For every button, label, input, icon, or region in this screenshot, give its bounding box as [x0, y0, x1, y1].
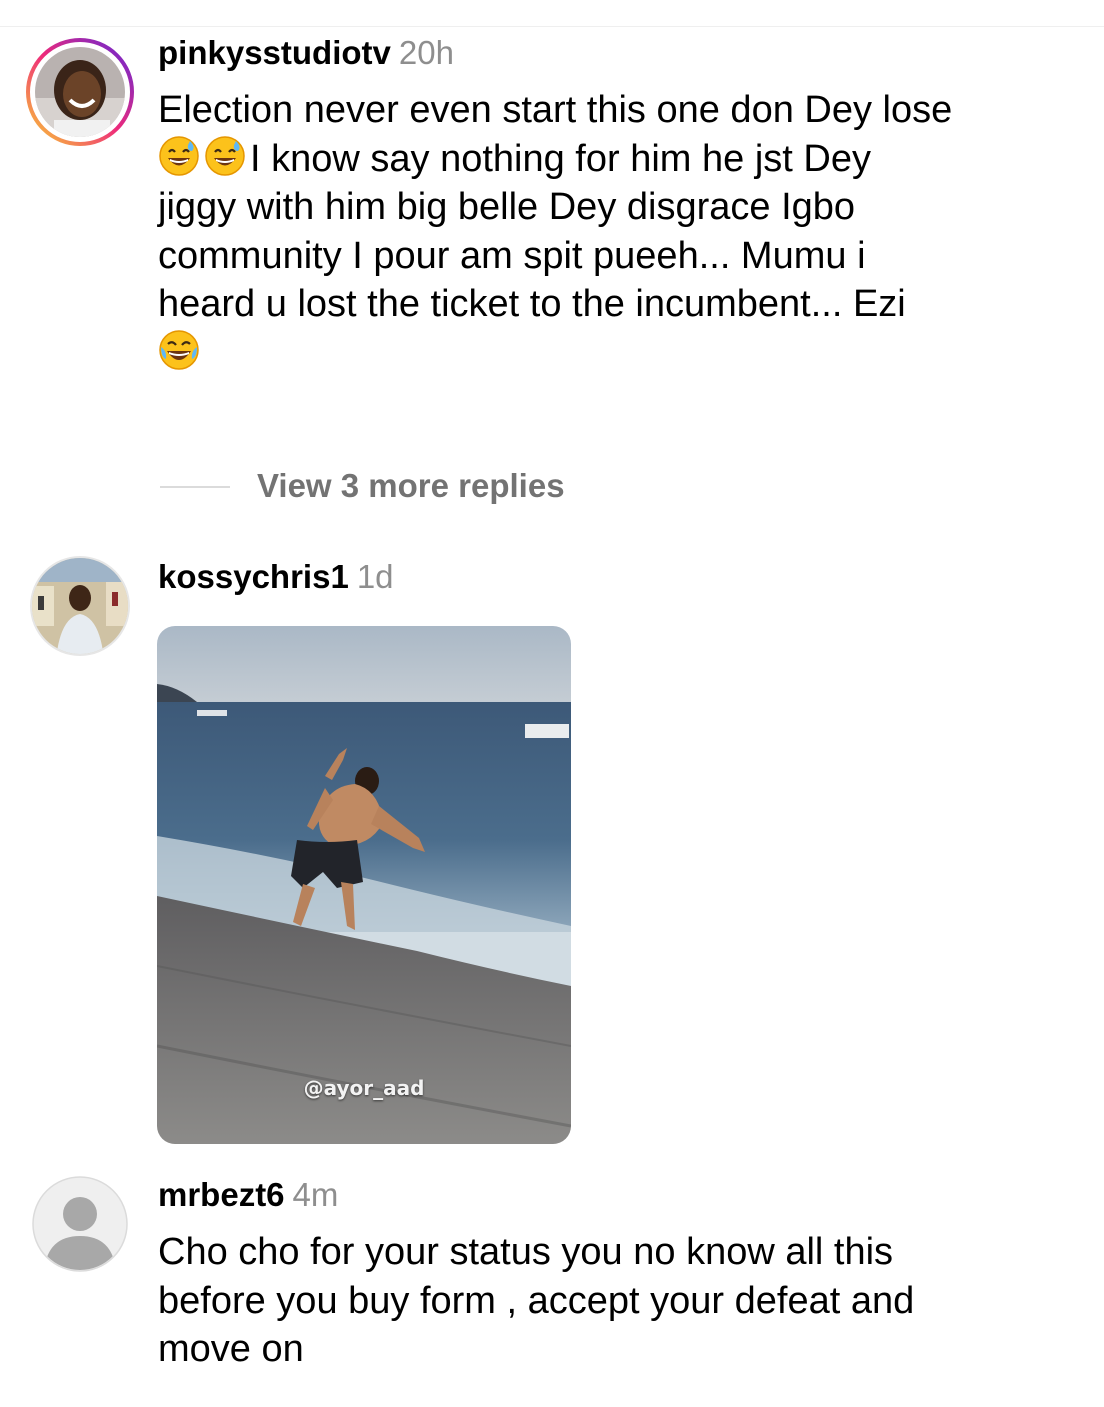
comment-line: community I pour am spit pueeh... Mumu i [158, 234, 866, 277]
replies-divider [160, 486, 230, 488]
comment-text: Election never even start this one don D… [158, 86, 1078, 377]
avatar[interactable] [26, 38, 134, 146]
comment-line: Election never even start this one don D… [158, 89, 953, 131]
sweat-smile-icon [204, 135, 246, 177]
joy-icon [158, 329, 200, 371]
comment-line [158, 329, 1078, 378]
comment-timestamp: 1d [356, 558, 394, 595]
comment-timestamp: 4m [292, 1176, 339, 1213]
comment-line-text: I know say nothing for him he jst Dey [250, 137, 871, 180]
gif-attachment[interactable]: @ayor_aad [157, 626, 571, 1144]
comment-username[interactable]: kossychris1 1d [158, 558, 394, 596]
top-divider [0, 26, 1104, 27]
comment-timestamp: 20h [398, 34, 454, 71]
comment-text: Cho cho for your status you no know all … [158, 1228, 1078, 1374]
comment-line: Cho cho for your status you no know all … [158, 1231, 894, 1273]
comment-username[interactable]: mrbezt6 4m [158, 1176, 338, 1214]
avatar[interactable] [26, 552, 134, 660]
comment-username[interactable]: pinkysstudiotv 20h [158, 34, 454, 72]
comment-line: I know say nothing for him he jst Dey [158, 135, 1078, 184]
comment-line: jiggy with him big belle Dey disgrace Ig… [158, 186, 856, 228]
username-text[interactable]: kossychris1 [158, 558, 349, 595]
username-text[interactable]: mrbezt6 [158, 1176, 285, 1213]
sweat-smile-icon [158, 135, 200, 177]
comment-line: move on [158, 1328, 304, 1370]
avatar[interactable] [26, 1170, 134, 1278]
comment-line: before you buy form , accept your defeat… [158, 1279, 915, 1322]
gif-watermark: @ayor_aad [303, 1076, 425, 1100]
username-text[interactable]: pinkysstudiotv [158, 34, 391, 71]
view-more-replies-button[interactable]: View 3 more replies [257, 466, 565, 506]
comment-line: heard u lost the ticket to the incumbent… [158, 283, 906, 325]
